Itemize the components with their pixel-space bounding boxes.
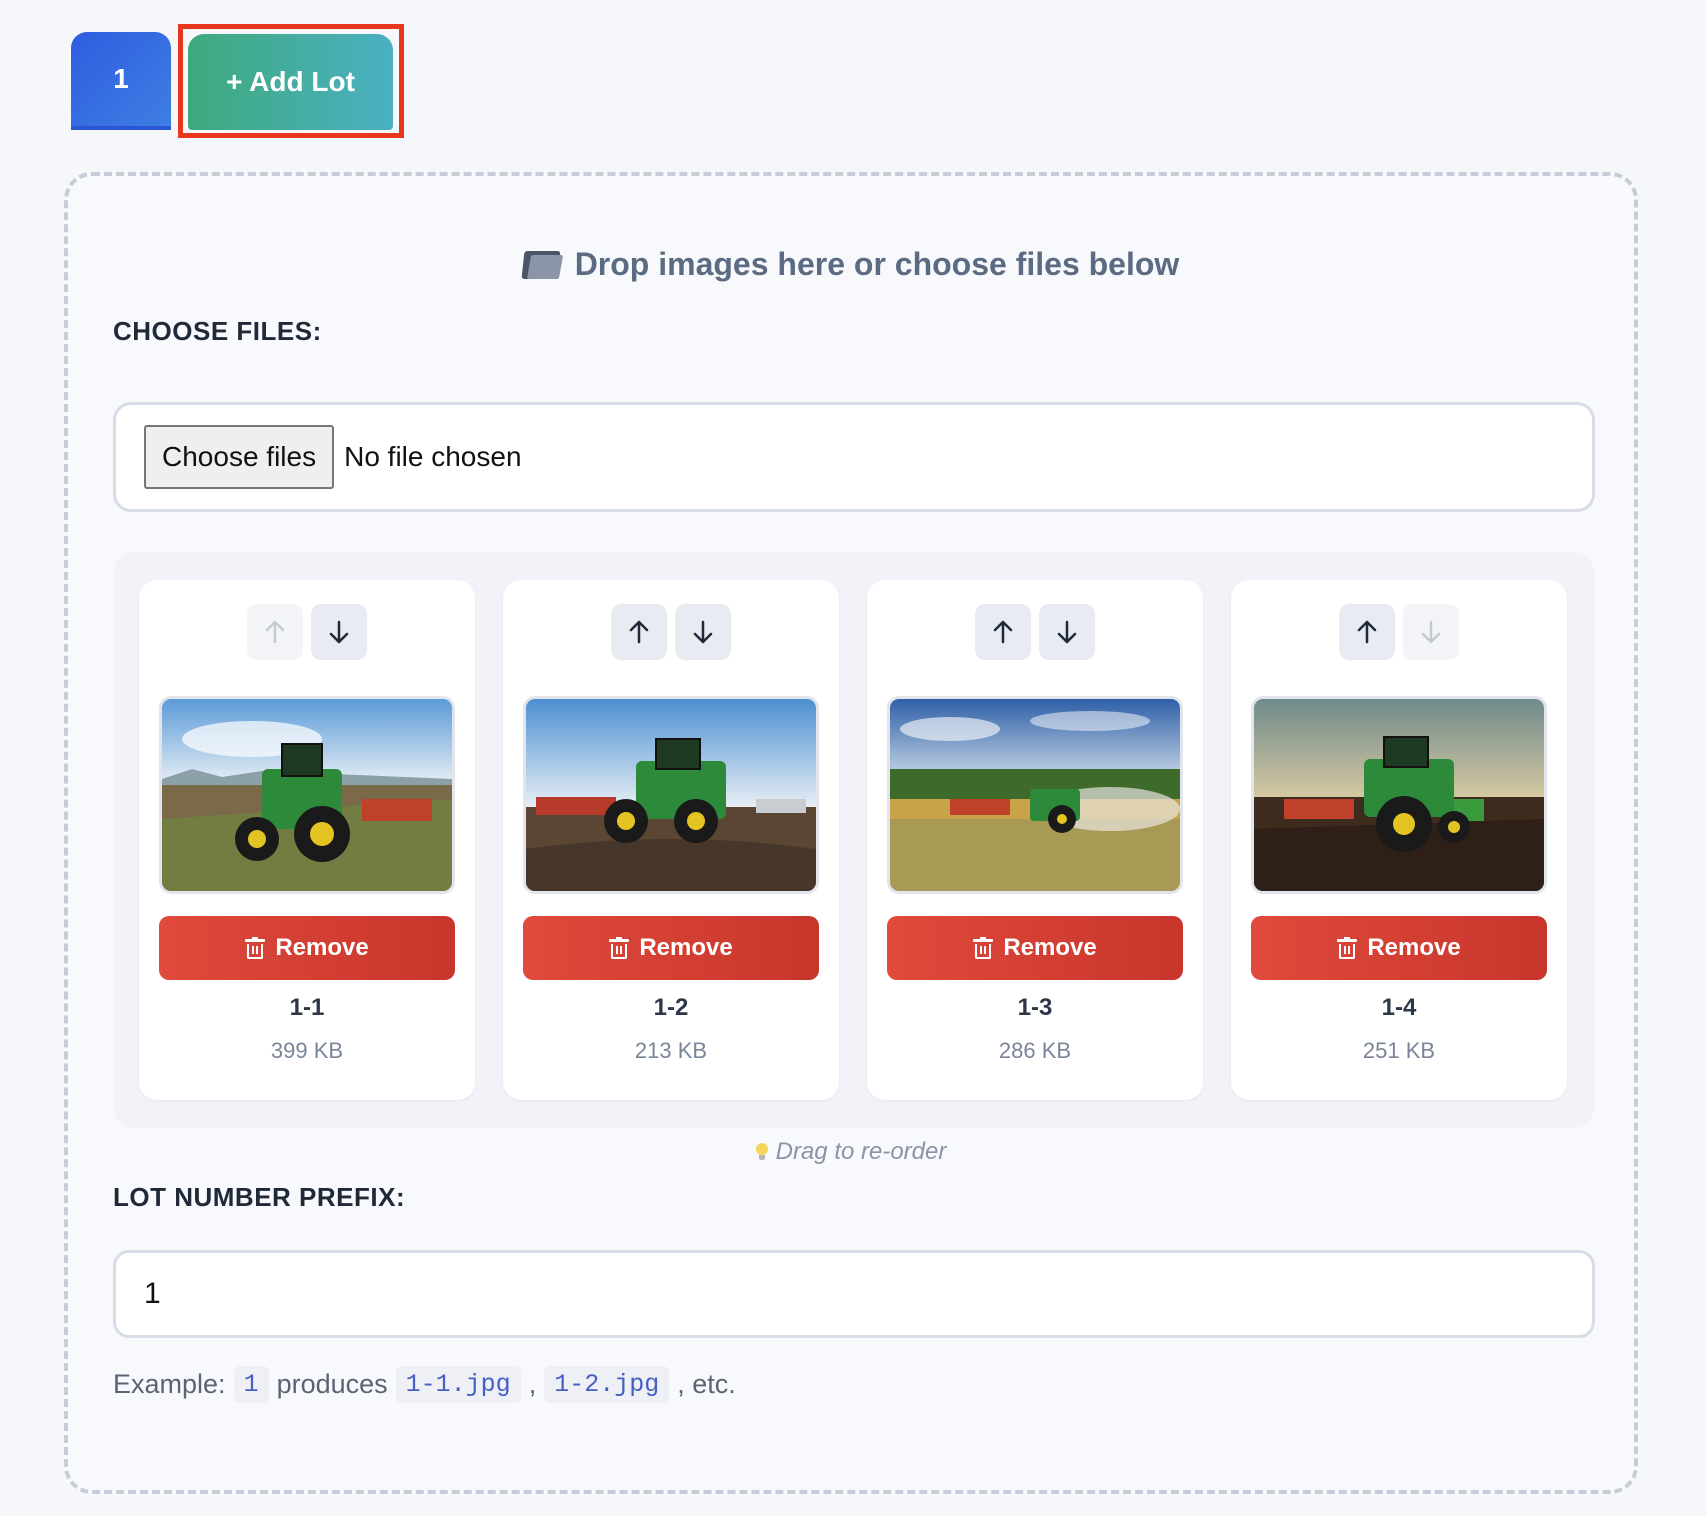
image-size: 286 KB xyxy=(998,1038,1072,1063)
remove-button[interactable]: Remove xyxy=(887,916,1183,980)
choose-files-button[interactable]: Choose files xyxy=(144,425,335,489)
trash-icon xyxy=(245,937,266,959)
image-card[interactable]: Remove 1-1 399 KB xyxy=(139,580,475,1100)
drag-hint: Drag to re-order xyxy=(68,1138,1634,1166)
remove-button[interactable]: Remove xyxy=(159,916,455,980)
remove-button[interactable]: Remove xyxy=(523,916,819,980)
drop-hint-text: Drop images here or choose files below xyxy=(574,246,1180,282)
example-prefix-code: 1 xyxy=(233,1366,269,1403)
image-card[interactable]: Remove 1-3 286 KB xyxy=(867,580,1203,1100)
arrow-down-icon xyxy=(693,620,713,644)
image-size: 251 KB xyxy=(1362,1038,1436,1063)
prefix-label: LOT NUMBER PREFIX: xyxy=(113,1182,406,1212)
arrow-up-icon xyxy=(265,620,285,644)
remove-label: Remove xyxy=(275,934,369,961)
drop-hint: Drop images here or choose files below xyxy=(68,246,1634,283)
choose-files-label: CHOOSE FILES: xyxy=(113,316,322,346)
arrow-down-icon xyxy=(329,620,349,644)
move-up-button[interactable] xyxy=(975,604,1031,660)
image-name: 1-3 xyxy=(1017,994,1053,1021)
example-separator: , xyxy=(528,1369,537,1399)
remove-label: Remove xyxy=(1003,934,1097,961)
move-up-button[interactable] xyxy=(247,604,303,660)
arrow-down-icon xyxy=(1421,620,1441,644)
trash-icon xyxy=(609,937,630,959)
image-size: 213 KB xyxy=(634,1038,708,1063)
move-down-button[interactable] xyxy=(1403,604,1459,660)
example-file1-code: 1-1.jpg xyxy=(395,1366,521,1403)
move-up-button[interactable] xyxy=(611,604,667,660)
arrow-up-icon xyxy=(629,620,649,644)
lot-tabs: 1 xyxy=(71,32,171,130)
remove-label: Remove xyxy=(639,934,733,961)
remove-button[interactable]: Remove xyxy=(1251,916,1547,980)
image-name: 1-2 xyxy=(653,994,689,1021)
prefix-input[interactable] xyxy=(113,1250,1595,1338)
image-thumbnail xyxy=(523,696,819,894)
move-down-button[interactable] xyxy=(1039,604,1095,660)
image-thumbnail xyxy=(159,696,455,894)
image-size: 399 KB xyxy=(270,1038,344,1063)
example-mid: produces xyxy=(276,1369,388,1399)
example-text: Example: 1 produces 1-1.jpg , 1-2.jpg , … xyxy=(113,1366,736,1403)
move-down-button[interactable] xyxy=(311,604,367,660)
lot-tab-1[interactable]: 1 xyxy=(71,32,171,130)
remove-label: Remove xyxy=(1367,934,1461,961)
drag-hint-text: Drag to re-order xyxy=(775,1138,947,1165)
trash-icon xyxy=(973,937,994,959)
image-gallery: Remove 1-1 399 KB Remove 1-2 213 KB Remo… xyxy=(113,552,1595,1128)
example-tail: , etc. xyxy=(677,1369,736,1399)
dropzone[interactable]: Drop images here or choose files below C… xyxy=(64,172,1638,1494)
move-down-button[interactable] xyxy=(675,604,731,660)
lightbulb-icon xyxy=(755,1143,768,1161)
trash-icon xyxy=(1337,937,1358,959)
image-thumbnail xyxy=(887,696,1183,894)
folder-icon xyxy=(521,249,563,279)
no-file-text: No file chosen xyxy=(344,441,522,472)
arrow-up-icon xyxy=(1357,620,1377,644)
image-card[interactable]: Remove 1-4 251 KB xyxy=(1231,580,1567,1100)
file-input[interactable]: Choose files No file chosen xyxy=(113,402,1595,512)
image-card[interactable]: Remove 1-2 213 KB xyxy=(503,580,839,1100)
image-name: 1-4 xyxy=(1381,994,1417,1021)
add-lot-button[interactable]: + Add Lot xyxy=(188,34,393,130)
arrow-up-icon xyxy=(993,620,1013,644)
arrow-down-icon xyxy=(1057,620,1077,644)
image-name: 1-1 xyxy=(289,994,325,1021)
example-lead: Example: xyxy=(113,1369,226,1399)
example-file2-code: 1-2.jpg xyxy=(544,1366,670,1403)
image-thumbnail xyxy=(1251,696,1547,894)
move-up-button[interactable] xyxy=(1339,604,1395,660)
